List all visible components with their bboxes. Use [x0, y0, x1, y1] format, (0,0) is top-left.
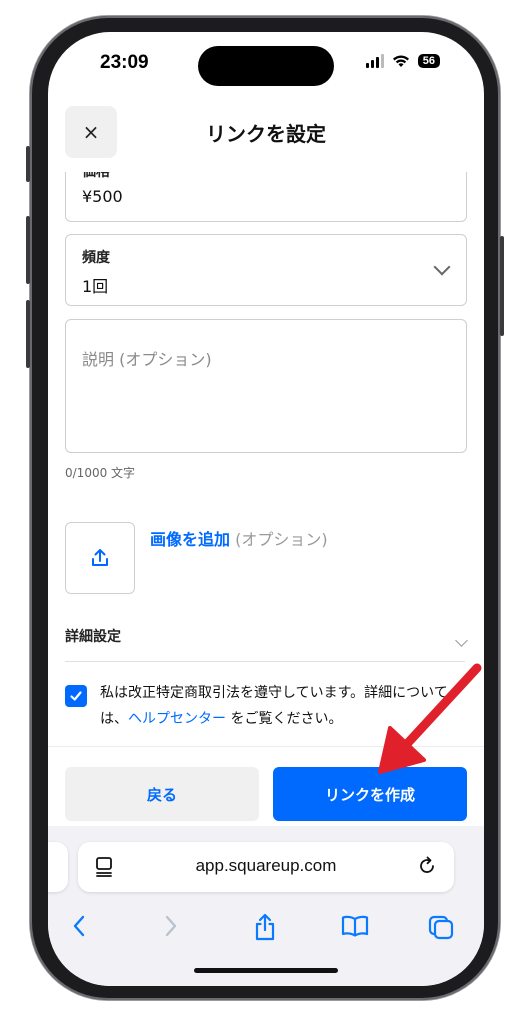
legal-text-after: をご覧ください。 — [226, 711, 343, 727]
phone-screen: 23:09 56 × リンクを設定 価格 ¥500 頻度 1回 説明 (オプショ… — [48, 32, 484, 986]
price-label: 価格 — [82, 172, 110, 180]
frequency-select[interactable]: 頻度 1回 — [65, 234, 467, 306]
back-chevron-icon[interactable] — [70, 912, 90, 940]
bookmarks-icon[interactable] — [340, 912, 370, 940]
url-text: app.squareup.com — [195, 856, 337, 875]
add-image-link[interactable]: 画像を追加 (オプション) — [150, 526, 328, 550]
battery-icon: 56 — [417, 54, 440, 68]
advanced-settings-label[interactable]: 詳細設定 — [65, 626, 121, 646]
upload-icon — [92, 549, 108, 566]
browser-chrome: app.squareup.com — [48, 826, 484, 986]
modal-header: × リンクを設定 — [48, 104, 484, 164]
check-icon — [70, 691, 82, 701]
signal-icon — [365, 54, 384, 68]
help-center-link[interactable]: ヘルプセンター — [128, 711, 226, 727]
volume-up-button — [26, 216, 30, 284]
frequency-value: 1回 — [82, 277, 109, 296]
browser-toolbar — [48, 906, 484, 950]
advanced-chevron-down-icon[interactable] — [455, 634, 468, 647]
create-link-button[interactable]: リンクを作成 — [273, 767, 467, 821]
frequency-label: 頻度 — [82, 250, 110, 266]
add-image-label: 画像を追加 — [150, 530, 231, 549]
divider — [65, 661, 465, 662]
legal-checkbox[interactable] — [65, 685, 87, 707]
tabs-icon[interactable] — [426, 912, 456, 940]
forward-chevron-icon[interactable] — [160, 912, 180, 940]
home-indicator — [194, 968, 338, 973]
back-button[interactable]: 戻る — [65, 767, 259, 821]
price-field[interactable]: 価格 ¥500 — [65, 172, 467, 222]
previous-tab-preview[interactable] — [48, 842, 68, 892]
action-button — [26, 146, 30, 182]
page-title: リンクを設定 — [206, 122, 326, 146]
description-textarea[interactable]: 説明 (オプション) — [65, 319, 467, 453]
status-bar: 23:09 56 — [48, 32, 484, 96]
wifi-icon — [392, 55, 409, 67]
description-placeholder: 説明 (オプション) — [82, 350, 212, 369]
chevron-down-icon — [433, 258, 451, 276]
legal-text: 私は改正特定商取引法を遵守しています。詳細については、ヘルプセンター をご覧くだ… — [100, 680, 464, 732]
dynamic-island — [198, 46, 334, 86]
status-time: 23:09 — [100, 52, 149, 73]
form-content: 価格 ¥500 頻度 1回 説明 (オプション) 0/1000 文字 画像を追加… — [48, 172, 484, 772]
address-bar[interactable]: app.squareup.com — [78, 842, 454, 892]
volume-down-button — [26, 300, 30, 368]
character-counter: 0/1000 文字 — [65, 466, 136, 480]
reload-icon[interactable] — [416, 855, 438, 877]
status-icons: 56 — [365, 54, 440, 68]
power-button — [500, 236, 504, 336]
add-image-optional: (オプション) — [230, 530, 328, 549]
image-upload-button[interactable] — [65, 522, 135, 594]
price-value: ¥500 — [82, 187, 123, 206]
share-icon[interactable] — [252, 912, 278, 942]
